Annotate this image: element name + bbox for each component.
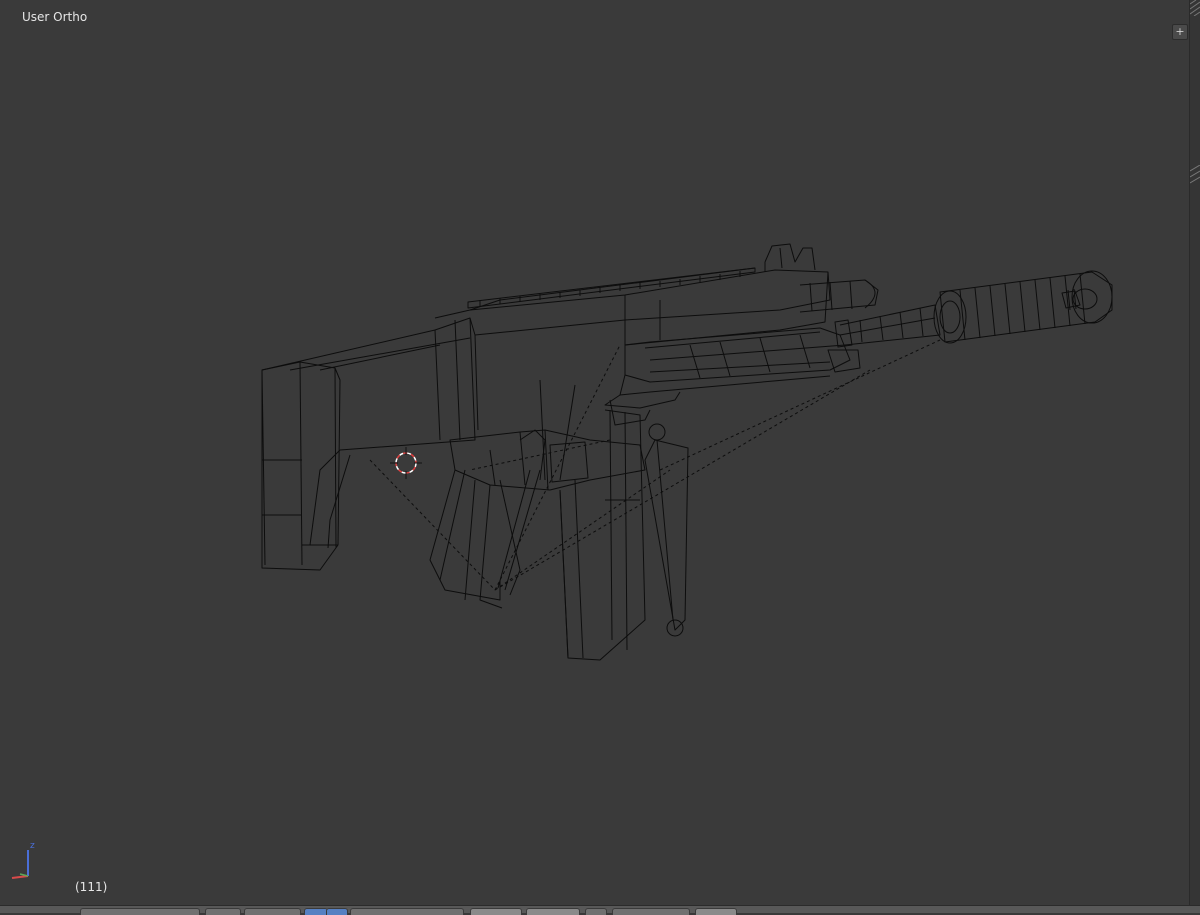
stock-part xyxy=(261,317,476,571)
properties-toggle-button[interactable]: + xyxy=(1172,24,1188,40)
gizmo-z-label: z xyxy=(30,841,35,851)
suppressor-part xyxy=(933,270,1113,344)
area-split-corner-icon[interactable] xyxy=(1190,0,1200,16)
barrel-part xyxy=(834,304,941,348)
view-label: User Ortho xyxy=(22,10,88,24)
handguard-part xyxy=(604,327,861,426)
relationship-lines xyxy=(369,339,941,591)
gas-tube-part xyxy=(799,279,879,313)
properties-region-edge[interactable] xyxy=(1189,0,1200,905)
3d-cursor[interactable] xyxy=(390,447,422,479)
area-split-corner-icon[interactable] xyxy=(1190,165,1200,185)
trigger-group-part xyxy=(429,429,646,609)
wireframe-mesh[interactable] xyxy=(0,0,1190,905)
frame-counter: (111) xyxy=(75,880,108,894)
axis-gizmo-icon: z xyxy=(11,841,35,879)
rod-2 xyxy=(559,384,576,481)
3d-viewport[interactable]: User Ortho + z (111) xyxy=(0,0,1200,905)
bone-part xyxy=(644,423,689,637)
